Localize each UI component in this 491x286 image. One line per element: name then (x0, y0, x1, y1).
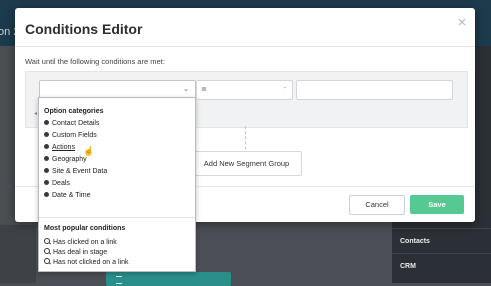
condition-row-handle-icon[interactable]: ◂ (34, 110, 37, 117)
cancel-button[interactable]: Cancel (349, 195, 405, 215)
search-icon (44, 248, 50, 254)
dropdown-item-site-event-data[interactable]: Site & Event Data (44, 168, 107, 175)
list-icon: ≣ (201, 86, 207, 93)
chevron-down-icon: ⌄ (183, 86, 189, 93)
close-icon[interactable]: × (455, 15, 469, 30)
dropdown-item-has-deal-in-stage[interactable]: Has deal in stage (44, 248, 107, 256)
instruction-text: Wait until the following conditions are … (25, 57, 165, 66)
dropdown-item-custom-fields[interactable]: Custom Fields (44, 132, 97, 139)
popular-conditions-heading: Most popular conditions (44, 225, 126, 232)
chevron-down-icon: - (283, 85, 286, 92)
background-left-panel (0, 225, 36, 283)
dropdown-item-geography[interactable]: Geography (44, 156, 87, 163)
option-icon (44, 180, 49, 185)
dropdown-item-date-time[interactable]: Date & Time (44, 192, 91, 199)
modal-title: Conditions Editor (25, 21, 143, 37)
option-icon (44, 168, 49, 173)
search-icon (44, 238, 50, 244)
dropdown-divider (39, 217, 195, 218)
save-button[interactable]: Save (410, 195, 464, 214)
modal-header-divider (15, 46, 475, 47)
option-icon (44, 120, 49, 125)
nav-divider (392, 253, 491, 254)
mouse-cursor-icon: ☝ (83, 146, 95, 156)
dropdown-item-contact-details[interactable]: Contact Details (44, 120, 99, 127)
dropdown-item-has-not-clicked-link[interactable]: Has not clicked on a link (44, 258, 128, 266)
option-icon (44, 192, 49, 197)
background-nav-item-contacts[interactable]: Contacts (400, 238, 430, 245)
background-nav-item-crm[interactable]: CRM (400, 263, 416, 270)
dropdown-item-has-clicked-link[interactable]: Has clicked on a link (44, 238, 117, 246)
dropdown-item-actions[interactable]: Actions (44, 144, 75, 151)
condition-value-input[interactable] (296, 80, 453, 100)
condition-operator-select[interactable]: ≣ - (196, 80, 293, 100)
dropdown-item-deals[interactable]: Deals (44, 180, 70, 187)
condition-options-dropdown[interactable]: Option categories Contact Details Custom… (38, 97, 196, 272)
option-categories-heading: Option categories (44, 108, 104, 115)
option-icon (44, 132, 49, 137)
nav-divider (392, 228, 491, 229)
search-icon (44, 258, 50, 264)
option-icon (44, 144, 49, 149)
option-icon (44, 156, 49, 161)
background-teal-button[interactable] (106, 272, 231, 286)
add-segment-group-button[interactable]: Add New Segment Group (191, 151, 302, 176)
